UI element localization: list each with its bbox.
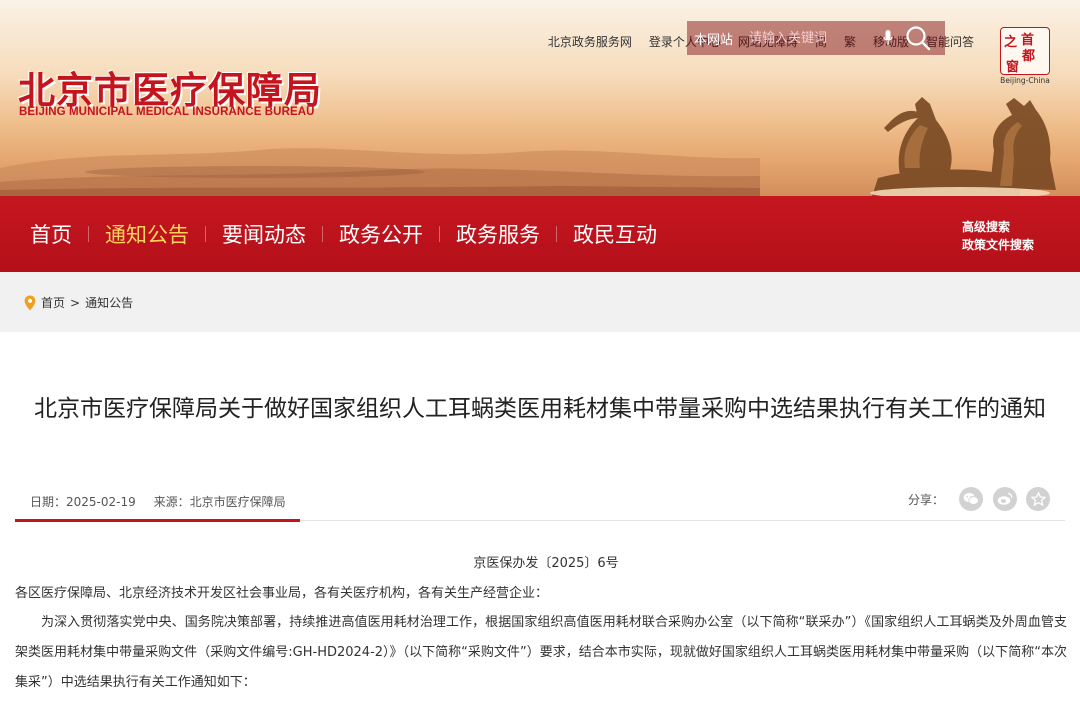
advanced-search-link[interactable]: 高级搜索 [962, 218, 1034, 236]
nav-item-notices[interactable]: 通知公告 [89, 219, 205, 249]
seal-char: 之 [1004, 35, 1018, 50]
article-title: 北京市医疗保障局关于做好国家组织人工耳蜗类医用耗材集中带量采购中选结果执行有关工… [34, 396, 1046, 422]
wechat-icon[interactable] [959, 487, 983, 511]
advanced-search-links: 高级搜索 政策文件搜索 [962, 218, 1034, 254]
breadcrumb-separator: > [70, 295, 81, 310]
breadcrumb-home[interactable]: 首页 [41, 294, 65, 311]
main-navbar: 首页 通知公告 要闻动态 政务公开 政务服务 政民互动 [0, 196, 1080, 272]
nav-item-home[interactable]: 首页 [14, 219, 88, 249]
search-input[interactable] [749, 23, 877, 53]
search-scope-selector[interactable]: 本网站 [687, 29, 749, 48]
breadcrumb: 首页 > 通知公告 [24, 294, 133, 311]
seal-char: 都 [1022, 49, 1036, 64]
seal-char: 窗 [1006, 60, 1020, 75]
favorite-icon[interactable] [1026, 487, 1050, 511]
search-button[interactable] [899, 21, 937, 55]
microphone-icon[interactable] [877, 23, 899, 53]
policy-search-link[interactable]: 政策文件搜索 [962, 236, 1034, 254]
meta-divider-accent [15, 519, 300, 522]
article-source: 来源：北京市医疗保障局 [153, 495, 286, 509]
weibo-icon[interactable] [993, 487, 1017, 511]
article-salutation: 各区医疗保障局、北京经济技术开发区社会事业局，各有关医疗机构，各有关生产经营企业… [15, 586, 549, 601]
site-search-bar: 本网站 [687, 21, 945, 55]
nav-menu: 首页 通知公告 要闻动态 政务公开 政务服务 政民互动 [14, 196, 673, 272]
location-pin-icon [24, 295, 36, 310]
document-number: 京医保办发〔2025〕6号 [473, 556, 619, 571]
search-icon [906, 26, 931, 51]
article-body-paragraph: 为深入贯彻落实党中央、国务院决策部署，持续推进高值医用耗材治理工作，根据国家组织… [15, 615, 1067, 690]
capital-window-seal-logo[interactable]: 之 首 都 窗 [1000, 27, 1050, 75]
share-label: 分享： [908, 493, 945, 507]
nav-item-services[interactable]: 政务服务 [440, 219, 556, 249]
seal-caption: Beijing-China [1000, 76, 1050, 85]
article-date: 日期：2025-02-19 [30, 495, 136, 509]
nav-item-interaction[interactable]: 政民互动 [557, 219, 673, 249]
nav-item-gov-affairs[interactable]: 政务公开 [323, 219, 439, 249]
nav-item-news[interactable]: 要闻动态 [206, 219, 322, 249]
link-gov-service[interactable]: 北京政务服务网 [548, 33, 632, 50]
breadcrumb-bar: 首页 > 通知公告 [0, 272, 1080, 332]
site-logo-subtitle[interactable]: BEIJING MUNICIPAL MEDICAL INSURANCE BURE… [19, 106, 315, 118]
breadcrumb-current[interactable]: 通知公告 [85, 294, 133, 311]
article-meta: 日期：2025-02-19 来源：北京市医疗保障局 [30, 493, 300, 510]
